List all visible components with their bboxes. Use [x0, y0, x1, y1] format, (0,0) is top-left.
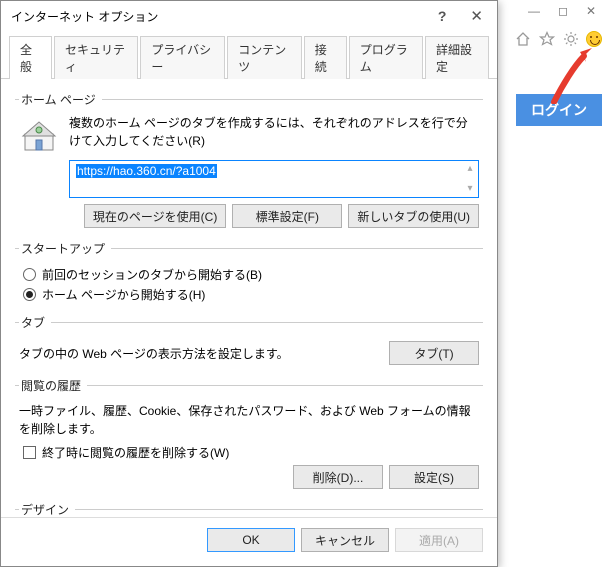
- homepage-url-textarea[interactable]: https://hao.360.cn/?a1004 ▴ ▾: [69, 160, 479, 198]
- home-icon[interactable]: [514, 30, 532, 48]
- delete-on-exit-label: 終了時に閲覧の履歴を削除する(W): [42, 444, 229, 461]
- tab-general[interactable]: 全般: [9, 36, 52, 79]
- gear-icon[interactable]: [562, 30, 580, 48]
- radio-home-page-label: ホーム ページから開始する(H): [42, 286, 205, 303]
- use-default-button[interactable]: 標準設定(F): [232, 204, 342, 228]
- apply-button: 適用(A): [395, 528, 483, 552]
- delete-on-exit-checkbox[interactable]: 終了時に閲覧の履歴を削除する(W): [23, 444, 479, 461]
- use-current-button[interactable]: 現在のページを使用(C): [84, 204, 226, 228]
- tab-content[interactable]: コンテンツ: [227, 36, 302, 79]
- group-design-legend: デザイン: [19, 501, 75, 517]
- cancel-button[interactable]: キャンセル: [301, 528, 389, 552]
- dialog-titlebar: インターネット オプション ? ✕: [1, 1, 497, 31]
- dialog-footer: OK キャンセル 適用(A): [1, 517, 497, 566]
- group-history: 閲覧の履歴 一時ファイル、履歴、Cookie、保存されたパスワード、および We…: [15, 377, 483, 493]
- group-tabs-legend: タブ: [19, 314, 51, 331]
- browser-maximize-icon[interactable]: ◻: [558, 4, 568, 18]
- tab-privacy[interactable]: プライバシー: [140, 36, 225, 79]
- group-history-legend: 閲覧の履歴: [19, 377, 87, 394]
- history-settings-button[interactable]: 設定(S): [389, 465, 479, 489]
- radio-last-session-label: 前回のセッションのタブから開始する(B): [42, 266, 262, 283]
- group-startup-legend: スタートアップ: [19, 240, 111, 257]
- radio-icon: [23, 268, 36, 281]
- star-icon[interactable]: [538, 30, 556, 48]
- browser-minimize-icon[interactable]: —: [528, 4, 540, 18]
- tab-programs[interactable]: プログラム: [349, 36, 423, 79]
- use-newtab-button[interactable]: 新しいタブの使用(U): [348, 204, 479, 228]
- tabs-description: タブの中の Web ページの表示方法を設定します。: [19, 345, 379, 362]
- dialog-content: ホーム ページ 複数のホーム ページのタブを作成するには、それぞれのアドレスを行…: [1, 79, 497, 517]
- history-description: 一時ファイル、履歴、Cookie、保存されたパスワード、および Web フォーム…: [19, 402, 479, 438]
- home-page-icon: [19, 114, 59, 154]
- scroll-down-icon[interactable]: ▾: [464, 183, 476, 195]
- group-startup: スタートアップ 前回のセッションのタブから開始する(B) ホーム ページから開始…: [15, 240, 483, 306]
- homepage-description: 複数のホーム ページのタブを作成するには、それぞれのアドレスを行で分けて入力して…: [69, 114, 479, 154]
- internet-options-dialog: インターネット オプション ? ✕ 全般 セキュリティ プライバシー コンテンツ…: [0, 0, 498, 567]
- radio-home-page[interactable]: ホーム ページから開始する(H): [23, 286, 479, 303]
- group-design: デザイン 色(O) 言語(L) フォント(N) ユーザー補助(E): [15, 501, 483, 517]
- login-button[interactable]: ログイン: [516, 94, 602, 126]
- group-tabs: タブ タブの中の Web ページの表示方法を設定します。 タブ(T): [15, 314, 483, 369]
- dialog-help-button[interactable]: ?: [432, 6, 453, 26]
- browser-window-chrome: — ◻ ✕: [500, 0, 610, 60]
- history-delete-button[interactable]: 削除(D)...: [293, 465, 383, 489]
- tab-security[interactable]: セキュリティ: [54, 36, 138, 79]
- dialog-title: インターネット オプション: [11, 8, 432, 25]
- tab-advanced[interactable]: 詳細設定: [425, 36, 489, 79]
- scroll-up-icon[interactable]: ▴: [464, 163, 476, 175]
- dialog-close-button[interactable]: ✕: [464, 5, 489, 27]
- radio-icon: [23, 288, 36, 301]
- tabstrip: 全般 セキュリティ プライバシー コンテンツ 接続 プログラム 詳細設定: [1, 31, 497, 79]
- homepage-url-value: https://hao.360.cn/?a1004: [76, 164, 217, 178]
- group-homepage: ホーム ページ 複数のホーム ページのタブを作成するには、それぞれのアドレスを行…: [15, 91, 483, 232]
- tabs-settings-button[interactable]: タブ(T): [389, 341, 479, 365]
- tab-connections[interactable]: 接続: [304, 36, 347, 79]
- browser-close-icon[interactable]: ✕: [586, 4, 596, 18]
- checkbox-icon: [23, 446, 36, 459]
- radio-last-session[interactable]: 前回のセッションのタブから開始する(B): [23, 266, 479, 283]
- ok-button[interactable]: OK: [207, 528, 295, 552]
- group-homepage-legend: ホーム ページ: [19, 91, 102, 108]
- smiley-icon[interactable]: [586, 31, 602, 47]
